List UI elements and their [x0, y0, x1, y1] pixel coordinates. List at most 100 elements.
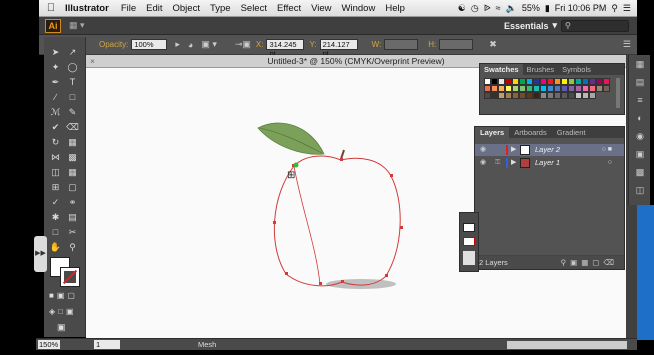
isolate-icon[interactable]: ✖ [489, 39, 497, 50]
draw-mode-buttons[interactable]: ◈□▣ [49, 307, 77, 316]
expand-triangle-icon[interactable]: ▶ [511, 157, 516, 169]
color-swatch[interactable] [484, 78, 491, 85]
color-swatch[interactable] [561, 85, 568, 92]
pathfinder-panel-icon[interactable]: ◫ [629, 181, 651, 199]
help-search-input[interactable]: ⚲ [561, 19, 629, 32]
current-tool-status[interactable]: Mesh [198, 339, 216, 350]
color-swatch[interactable] [589, 85, 596, 92]
symbol-sprayer-tool-icon[interactable]: ✱ [47, 210, 64, 225]
color-swatch[interactable] [589, 92, 596, 99]
close-icon[interactable]: × [90, 55, 95, 67]
color-swatch[interactable] [484, 92, 491, 99]
screen-mode-icon[interactable]: ▣ [57, 322, 66, 333]
menu-file[interactable]: File [116, 3, 141, 14]
color-swatch[interactable] [568, 85, 575, 92]
color-swatch[interactable] [596, 85, 603, 92]
graphic-styles-icon[interactable]: ▣ [629, 145, 651, 163]
tab-brushes[interactable]: Brushes [523, 64, 559, 75]
color-swatch[interactable] [589, 78, 596, 85]
selected-anchor[interactable] [293, 162, 299, 168]
color-swatch[interactable] [505, 78, 512, 85]
collapse-panel-icon[interactable]: ▶▶ [34, 236, 47, 272]
rectangle-tool-icon[interactable]: □ [64, 90, 81, 105]
color-swatch[interactable] [603, 78, 610, 85]
color-swatch[interactable] [540, 92, 547, 99]
color-swatch[interactable] [512, 85, 519, 92]
color-swatch[interactable] [498, 92, 505, 99]
color-swatch[interactable] [582, 92, 589, 99]
color-mode-buttons[interactable]: ■▣▢ [49, 291, 78, 300]
color-swatch[interactable] [505, 85, 512, 92]
color-swatch[interactable] [547, 78, 554, 85]
x-field[interactable]: 314.245 pt [266, 39, 305, 58]
hand-tool-icon[interactable]: ✋ [47, 240, 64, 255]
apple-menu-icon[interactable]:  [44, 2, 58, 14]
color-guide-icon[interactable]: ▤ [629, 73, 651, 91]
y-field[interactable]: 214.127 pt [319, 39, 358, 58]
mini-fill-icon[interactable] [463, 223, 475, 232]
opacity-dropdown-icon[interactable]: ▸ [175, 39, 180, 50]
color-swatch[interactable] [540, 78, 547, 85]
color-swatch[interactable] [603, 85, 610, 92]
tab-layers[interactable]: Layers [475, 127, 510, 138]
lasso-tool-icon[interactable]: ◯ [64, 60, 81, 75]
color-swatch[interactable] [533, 78, 540, 85]
creative-cloud-icon[interactable]: ☯ [458, 3, 466, 14]
shape-builder-tool-icon[interactable]: ◫ [47, 165, 64, 180]
tab-symbols[interactable]: Symbols [558, 64, 595, 75]
color-swatch[interactable] [575, 85, 582, 92]
panel-menu-icon[interactable]: ☰ [623, 39, 631, 50]
zoom-tool-icon[interactable]: ⚲ [64, 240, 81, 255]
type-tool-icon[interactable]: T [64, 75, 81, 90]
arrange-documents-icon[interactable]: ▦ ▾ [69, 20, 85, 31]
color-panel-icon[interactable]: ▦ [629, 55, 651, 73]
color-swatch[interactable] [568, 92, 575, 99]
selection-tool-icon[interactable]: ➤ [47, 45, 64, 60]
color-swatch[interactable] [554, 85, 561, 92]
expand-triangle-icon[interactable]: ▶ [511, 144, 516, 156]
bluetooth-icon[interactable]: ᐉ [484, 3, 491, 14]
menu-select[interactable]: Select [236, 3, 272, 14]
color-swatch[interactable] [547, 85, 554, 92]
apple-artwork[interactable]: ⊞ [246, 116, 436, 306]
free-transform-tool-icon[interactable]: ▩ [64, 150, 81, 165]
color-swatch[interactable] [491, 78, 498, 85]
color-swatch[interactable] [491, 85, 498, 92]
color-swatch[interactable] [554, 78, 561, 85]
menu-effect[interactable]: Effect [272, 3, 306, 14]
volume-icon[interactable]: 🔈 [506, 3, 517, 14]
magic-wand-tool-icon[interactable]: ✦ [47, 60, 64, 75]
color-swatch[interactable] [519, 78, 526, 85]
color-swatch[interactable] [547, 92, 554, 99]
mini-swatch-icon[interactable] [463, 251, 475, 265]
color-swatch[interactable] [561, 92, 568, 99]
color-swatch[interactable] [526, 92, 533, 99]
workspace-switcher[interactable]: Essentials ▾ ⚲ [504, 19, 629, 32]
pen-tool-icon[interactable]: ✒ [47, 75, 64, 90]
battery-percent[interactable]: 55% [522, 3, 540, 13]
artboard-tool-icon[interactable]: □ [47, 225, 64, 240]
color-swatch[interactable] [568, 78, 575, 85]
transparency-panel-icon[interactable]: ◐ [629, 109, 651, 127]
color-swatch[interactable] [575, 78, 582, 85]
color-swatch[interactable] [512, 78, 519, 85]
gradient-tool-icon[interactable]: ▢ [64, 180, 81, 195]
stem-shape[interactable] [340, 149, 345, 160]
layer-row[interactable]: ◉ ▶ Layer 2 ○ ■ [475, 144, 624, 156]
line-tool-icon[interactable]: ∕ [47, 90, 64, 105]
color-swatch[interactable] [484, 85, 491, 92]
eraser-tool-icon[interactable]: ⌫ [64, 120, 81, 135]
tab-swatches[interactable]: Swatches [480, 64, 523, 75]
menu-object[interactable]: Object [168, 3, 205, 14]
layer-name[interactable]: Layer 2 [535, 144, 560, 156]
zoom-field[interactable]: 150% [38, 340, 60, 349]
stroke-panel-icon[interactable]: ≡ [629, 91, 651, 109]
menu-edit[interactable]: Edit [141, 3, 167, 14]
align-panel-icon[interactable]: ▩ [629, 163, 651, 181]
color-swatch[interactable] [554, 92, 561, 99]
app-menu[interactable]: Illustrator [58, 3, 116, 14]
menu-view[interactable]: View [306, 3, 336, 14]
lock-icon[interactable]: ⚿ [495, 157, 500, 169]
transform-icon[interactable]: ⊸▣ [235, 39, 251, 50]
color-swatch[interactable] [519, 92, 526, 99]
